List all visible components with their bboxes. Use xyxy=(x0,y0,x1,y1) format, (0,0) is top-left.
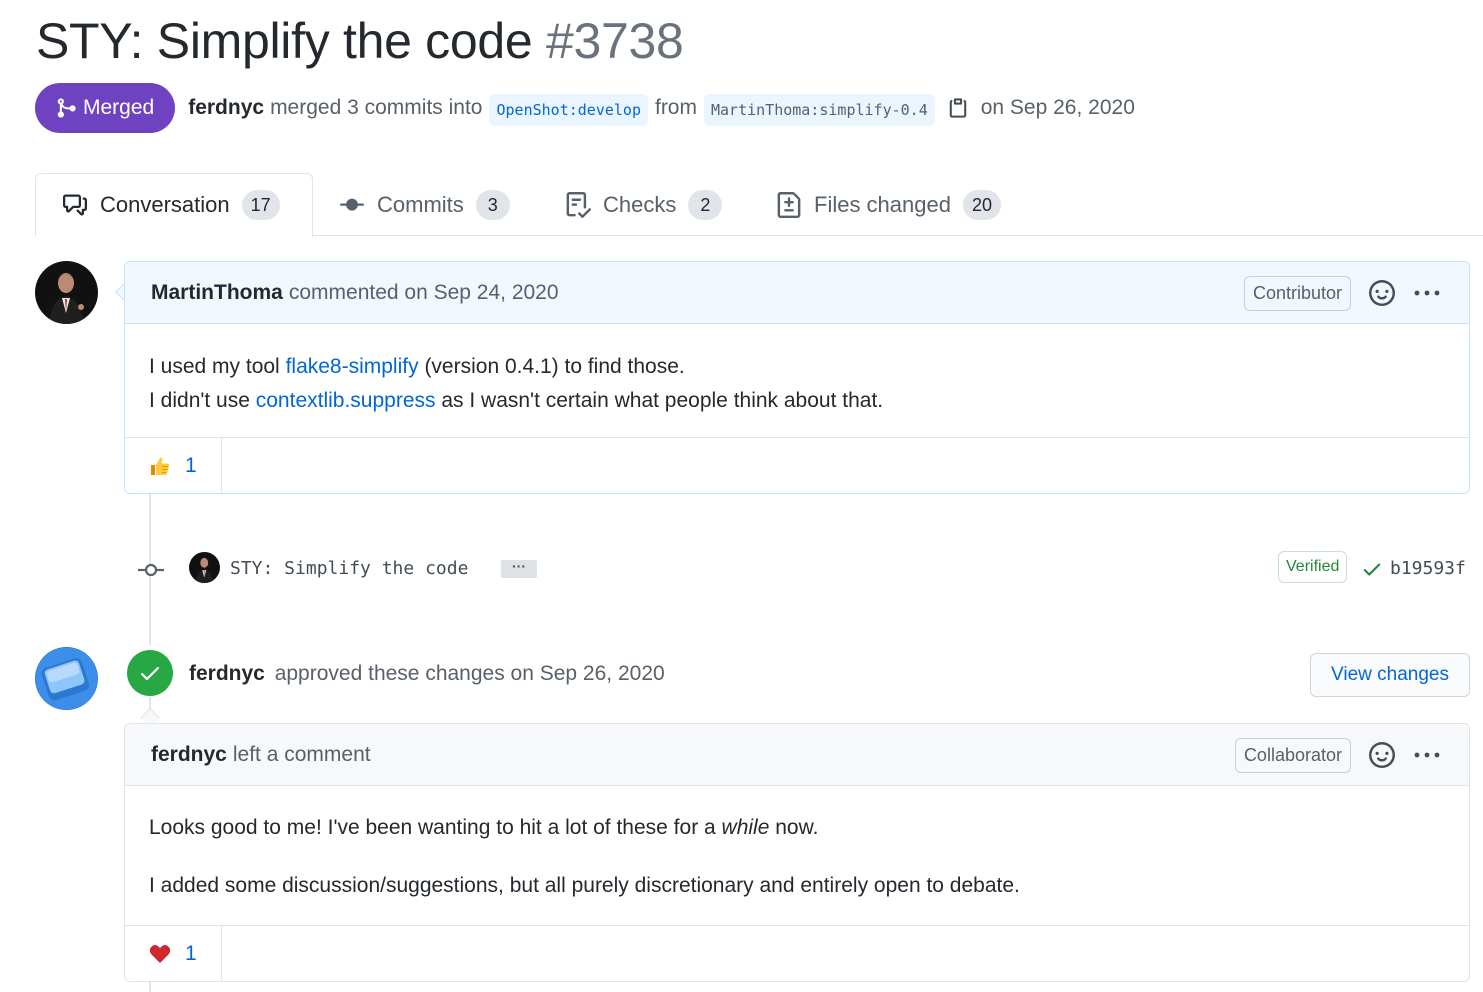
tab-checks[interactable]: Checks 2 xyxy=(565,173,723,236)
pr-tabs: Conversation 17 Commits 3 Checks 2 Files… xyxy=(35,173,1483,237)
comment-header: MartinThoma commented on Sep 24, 2020 Co… xyxy=(125,262,1469,324)
comment-header-actions: Contributor xyxy=(1243,262,1441,324)
git-commit-icon xyxy=(339,193,365,217)
comment-action: left a comment xyxy=(232,742,371,766)
tab-label: Conversation xyxy=(100,192,230,217)
comment-header: ferdnyc left a comment Collaborator xyxy=(125,724,1469,786)
comment-paragraph: I didn't use contextlib.suppress as I wa… xyxy=(149,389,884,412)
tab-count: 17 xyxy=(241,190,280,220)
comment-paragraph: I used my tool flake8-simplify (version … xyxy=(149,355,685,378)
pr-meta: Merged ferdnyc merged 3 commits into Ope… xyxy=(35,83,1135,133)
contextlib-suppress-link[interactable]: contextlib.suppress xyxy=(256,389,436,412)
merger-link[interactable]: ferdnyc xyxy=(188,96,264,120)
author-role-badge: Collaborator xyxy=(1234,737,1351,773)
tab-commits[interactable]: Commits 3 xyxy=(339,173,510,236)
file-diff-icon xyxy=(776,191,802,218)
thumbs-up-icon xyxy=(149,455,171,477)
head-branch[interactable]: MartinThoma:simplify-0.4 xyxy=(703,94,935,126)
pr-title: STY: Simplify the code xyxy=(36,13,533,69)
tab-label: Commits xyxy=(377,191,464,217)
smiley-icon[interactable] xyxy=(1369,742,1395,768)
flake8-simplify-link[interactable]: flake8-simplify xyxy=(286,355,419,378)
smiley-icon[interactable] xyxy=(1369,280,1395,306)
tab-label: Files changed xyxy=(814,191,951,217)
commit-row: STY: Simplify the code ··· Verified b195… xyxy=(135,548,1475,592)
verified-badge[interactable]: Verified xyxy=(1278,551,1348,583)
comment-box: MartinThoma commented on Sep 24, 2020 Co… xyxy=(124,261,1470,494)
heart-icon xyxy=(149,944,171,964)
review-action[interactable]: approved these changes on Sep 26, 2020 xyxy=(275,662,665,685)
checklist-icon xyxy=(565,191,591,218)
approved-badge xyxy=(127,650,173,696)
tab-count: 2 xyxy=(688,189,723,220)
comment-discussion-icon xyxy=(62,193,88,217)
reviewer-link[interactable]: ferdnyc xyxy=(189,662,265,685)
commit-sha-link[interactable]: b19593f xyxy=(1390,558,1466,579)
pr-number: #3738 xyxy=(546,13,684,69)
tab-label: Checks xyxy=(603,191,677,217)
comment-paragraph: I added some discussion/suggestions, but… xyxy=(149,874,1020,897)
comment-action[interactable]: commented on Sep 24, 2020 xyxy=(289,281,559,305)
author-role-badge: Contributor xyxy=(1243,275,1351,311)
clipboard-icon[interactable] xyxy=(947,95,969,121)
comment-author[interactable]: ferdnyc xyxy=(151,743,227,767)
reactions-bar: 1 xyxy=(125,437,1469,493)
check-icon[interactable] xyxy=(1361,558,1383,585)
tab-files-changed[interactable]: Files changed 20 xyxy=(776,173,1002,236)
tab-count: 20 xyxy=(962,189,1002,220)
reaction-count: 1 xyxy=(185,453,197,477)
review-summary: ferdnyc approved these changes on Sep 26… xyxy=(189,662,665,686)
avatar[interactable] xyxy=(35,647,98,710)
state-label: Merged xyxy=(83,96,155,119)
comment-body: I used my tool flake8-simplify (version … xyxy=(125,324,1469,418)
reactions-bar: 1 xyxy=(125,925,1469,981)
tab-count: 3 xyxy=(475,189,510,220)
avatar[interactable] xyxy=(189,552,220,583)
from-text: from xyxy=(654,96,697,119)
comment-header-actions: Collaborator xyxy=(1234,724,1441,786)
comment-paragraph: Looks good to me! I've been wanting to h… xyxy=(149,816,819,839)
kebab-horizontal-icon[interactable] xyxy=(1413,751,1441,759)
git-commit-icon xyxy=(138,560,164,585)
git-merge-icon xyxy=(57,98,76,118)
comment-box: ferdnyc left a comment Collaborator Look… xyxy=(124,723,1470,982)
state-badge: Merged xyxy=(35,83,176,133)
page-title: STY: Simplify the code #3738 xyxy=(36,12,684,70)
comment-author[interactable]: MartinThoma xyxy=(151,281,283,305)
reaction-button[interactable]: 1 xyxy=(125,926,222,981)
reaction-count: 1 xyxy=(185,941,197,965)
base-branch[interactable]: OpenShot:develop xyxy=(489,94,648,126)
comment-body: Looks good to me! I've been wanting to h… xyxy=(125,786,1469,903)
merge-date: on Sep 26, 2020 xyxy=(980,96,1135,119)
check-icon xyxy=(141,667,159,681)
expand-commit-button[interactable]: ··· xyxy=(501,559,537,578)
view-changes-button[interactable]: View changes xyxy=(1310,653,1470,697)
commit-message-link[interactable]: STY: Simplify the code xyxy=(230,558,468,579)
kebab-horizontal-icon[interactable] xyxy=(1413,289,1441,297)
timeline-line xyxy=(149,982,151,992)
merge-text: merged 3 commits into xyxy=(270,96,483,119)
tab-conversation[interactable]: Conversation 17 xyxy=(35,173,313,237)
avatar[interactable] xyxy=(35,261,98,324)
reaction-button[interactable]: 1 xyxy=(125,438,222,493)
